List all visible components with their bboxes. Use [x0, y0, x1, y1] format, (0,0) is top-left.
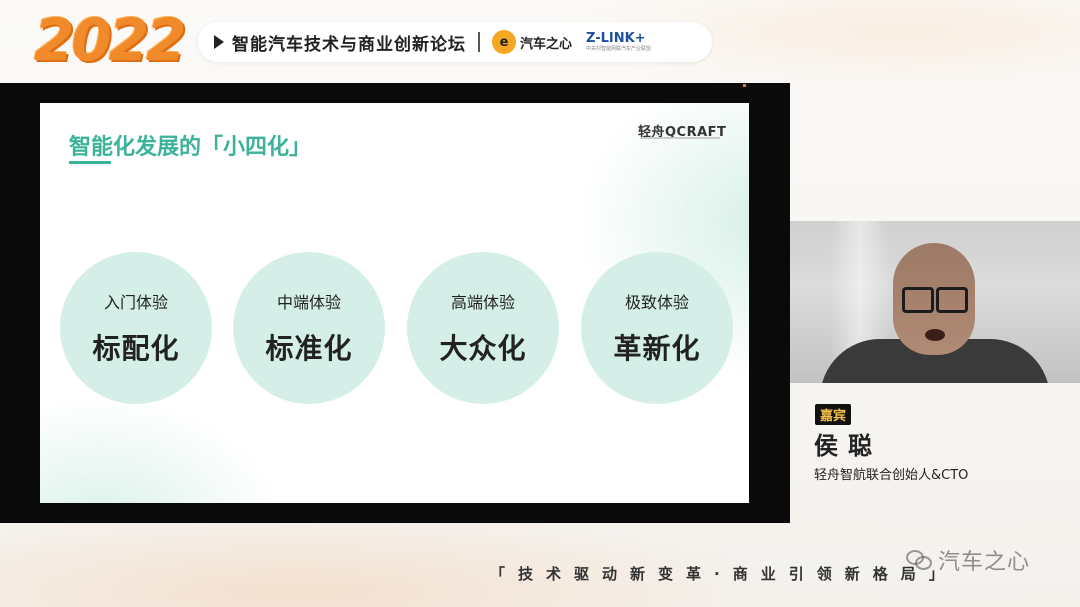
play-icon: [214, 35, 224, 49]
autohome-logo-text: 汽车之心: [520, 36, 573, 52]
circle-value: 标配化: [92, 332, 180, 365]
footer-slogan: 「技术驱动新变革·商业引领新格局」: [490, 565, 957, 583]
speaker-camera-feed: [790, 221, 1080, 383]
speaker-role: 轻舟智航联合创始人&CTO: [814, 468, 969, 483]
watermark: 汽车之心: [906, 544, 1030, 576]
circle-label: 中端体验: [276, 293, 341, 312]
circle-label: 入门体验: [103, 293, 168, 312]
speaker-glasses: [902, 287, 968, 313]
circle-label: 高端体验: [450, 293, 515, 312]
experience-circle-ultimate: 极致体验 革新化: [581, 252, 733, 404]
header-divider: [478, 32, 480, 52]
circle-value: 标准化: [265, 332, 353, 365]
forum-header-bar: 智能汽车技术与商业创新论坛 e 汽车之心 Z-LINK+ 中关村智能网联汽车产业…: [198, 22, 712, 62]
experience-circle-entry: 入门体验 标配化: [60, 252, 212, 404]
zlink-logo: Z-LINK+ 中关村智能网联汽车产业联盟: [586, 30, 652, 53]
circle-value: 革新化: [613, 332, 701, 365]
experience-circle-mid: 中端体验 标准化: [233, 252, 385, 404]
watermark-text: 汽车之心: [938, 550, 1031, 575]
speaker-name: 侯聪: [814, 432, 882, 460]
autohome-logo-icon: e: [492, 30, 516, 54]
presentation-slide: 智能化发展的「小四化」 轻舟QCRAFT 入门体验 标配化 中端体验 标准化 高…: [40, 103, 749, 503]
forum-title: 智能汽车技术与商业创新论坛: [232, 34, 466, 55]
slide-title: 智能化发展的「小四化」: [69, 135, 312, 160]
slide-brand-tagline: [640, 137, 720, 139]
zlink-logo-subtitle: 中关村智能网联汽车产业联盟: [586, 45, 652, 52]
slide-title-underline: [69, 161, 111, 164]
experience-circle-high: 高端体验 大众化: [407, 252, 559, 404]
zlink-logo-text: Z-LINK+: [586, 30, 646, 46]
wechat-icon: [906, 550, 932, 570]
guest-tag: 嘉宾: [815, 404, 852, 425]
circle-value: 大众化: [439, 332, 527, 365]
circle-label: 极致体验: [624, 293, 689, 312]
event-year: 2022: [34, 6, 186, 74]
video-indicator-dot: [743, 84, 746, 87]
speaker-mouth: [925, 329, 945, 341]
